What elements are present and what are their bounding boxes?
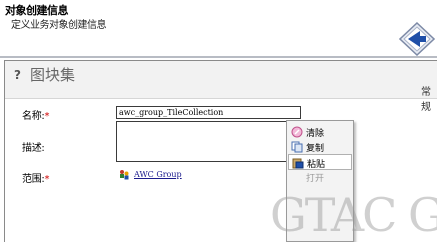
scope-label: 范围:* xyxy=(22,170,49,185)
dialog-header: 对象创建信息 定义业务对象创建信息 xyxy=(0,0,437,56)
clear-icon xyxy=(291,126,303,138)
help-icon[interactable]: ? xyxy=(14,68,21,82)
scope-label-text: 范围: xyxy=(22,174,45,185)
menu-item-label: 清除 xyxy=(306,129,325,139)
menu-item-open[interactable]: 打开 xyxy=(288,171,352,187)
diamond-arrow-icon xyxy=(399,22,435,56)
menu-item-clear[interactable]: 清除 xyxy=(288,124,352,140)
name-field[interactable]: awc_group_TileCollection xyxy=(116,106,301,119)
panel-header: ? 图块集 常规 xyxy=(5,61,437,113)
header-subtitle: 定义业务对象创建信息 xyxy=(11,20,107,31)
name-required-mark: * xyxy=(44,111,50,122)
menu-item-label: 复制 xyxy=(306,144,325,154)
scope-required-mark: * xyxy=(44,174,50,185)
description-textarea[interactable]: ▲ ▼ xyxy=(116,121,301,162)
panel-title: 图块集 xyxy=(30,66,76,84)
group-icon xyxy=(120,170,129,180)
scope-link[interactable]: AWC Group xyxy=(134,170,182,179)
menu-item-label: 打开 xyxy=(306,174,325,184)
watermark: GTAC Gr xyxy=(270,188,437,242)
panel-header-tail-text: 常规 xyxy=(421,87,431,113)
menu-item-label: 粘贴 xyxy=(307,160,326,170)
menu-item-paste[interactable]: 粘贴 xyxy=(288,154,352,170)
menu-item-copy[interactable]: 复制 xyxy=(288,139,352,155)
description-label: 描述: xyxy=(22,143,45,154)
copy-icon xyxy=(291,141,303,153)
paste-icon xyxy=(292,158,304,169)
header-divider xyxy=(0,56,437,58)
name-label-text: 名称: xyxy=(22,111,45,122)
name-label: 名称:* xyxy=(22,107,49,122)
